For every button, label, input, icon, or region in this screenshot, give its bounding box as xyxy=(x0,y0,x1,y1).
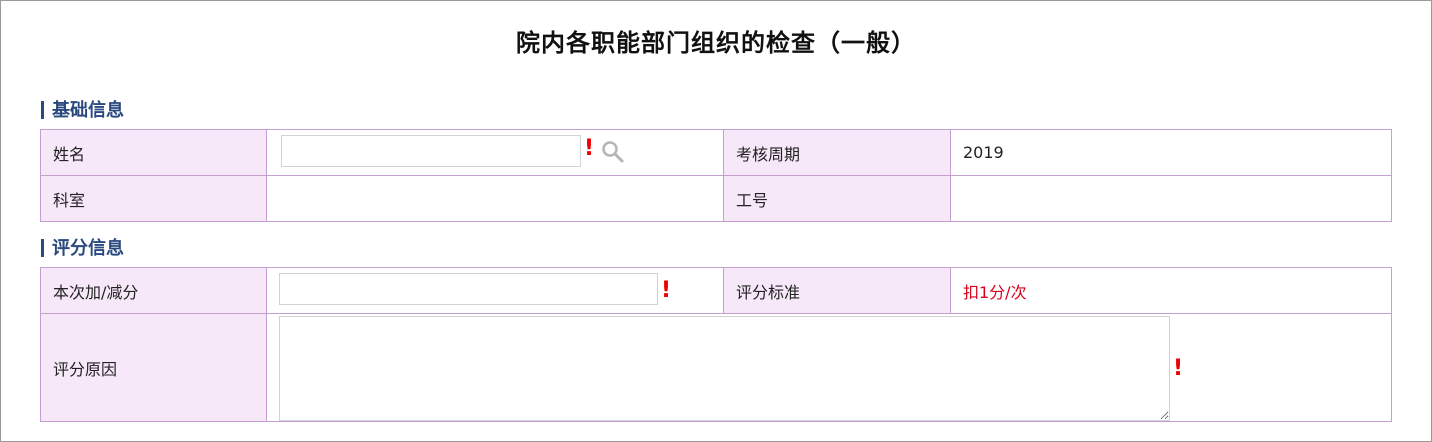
dept-value xyxy=(266,175,724,222)
period-label: 考核周期 xyxy=(723,129,951,176)
section-basic-info: 基础信息 xyxy=(41,96,124,122)
required-mark: ! xyxy=(1173,356,1184,381)
score-reason-cell: ! xyxy=(266,313,1392,422)
score-reason-textarea[interactable] xyxy=(279,316,1170,421)
required-mark: ! xyxy=(661,278,672,303)
search-icon[interactable] xyxy=(601,140,625,164)
employee-id-label: 工号 xyxy=(723,175,951,222)
table-row: 评分原因 ! xyxy=(40,313,1392,422)
name-input[interactable] xyxy=(281,135,581,167)
score-standard-label: 评分标准 xyxy=(723,267,951,314)
name-label: 姓名 xyxy=(40,129,267,176)
page-title: 院内各职能部门组织的检查（一般） xyxy=(516,29,916,57)
table-row: 科室 工号 xyxy=(40,175,1392,222)
name-cell: ! xyxy=(266,129,724,176)
required-mark: ! xyxy=(584,136,595,161)
section-marker xyxy=(41,239,44,257)
basic-info-table: 姓名 ! 考核周期 2019 科室 工号 xyxy=(40,129,1392,222)
section-basic-label: 基础信息 xyxy=(52,100,124,121)
table-row: 姓名 ! 考核周期 2019 xyxy=(40,129,1392,176)
period-value: 2019 xyxy=(950,129,1392,176)
score-standard-value: 扣1分/次 xyxy=(950,267,1392,314)
score-delta-cell: ! xyxy=(266,267,724,314)
section-score-label: 评分信息 xyxy=(52,238,124,259)
form-frame: 院内各职能部门组织的检查（一般） 基础信息 姓名 ! 考核周期 2019 科室 … xyxy=(0,0,1432,442)
employee-id-value xyxy=(950,175,1392,222)
score-delta-label: 本次加/减分 xyxy=(40,267,267,314)
section-score-info: 评分信息 xyxy=(41,234,124,260)
score-delta-input[interactable] xyxy=(279,273,658,305)
dept-label: 科室 xyxy=(40,175,267,222)
score-info-table: 本次加/减分 ! 评分标准 扣1分/次 评分原因 ! xyxy=(40,267,1392,422)
section-marker xyxy=(41,101,44,119)
score-reason-label: 评分原因 xyxy=(40,313,267,422)
table-row: 本次加/减分 ! 评分标准 扣1分/次 xyxy=(40,267,1392,314)
